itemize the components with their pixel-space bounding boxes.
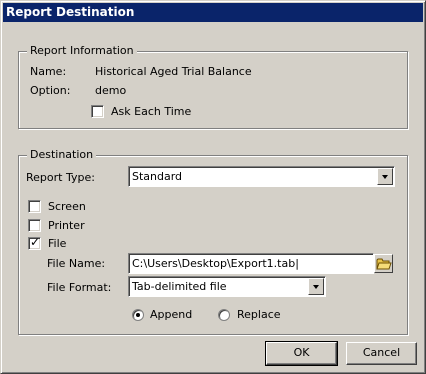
report-type-dropdown-button[interactable] [377, 168, 393, 185]
check-mark-icon: ✓ [30, 235, 41, 249]
cancel-button-label: Cancel [362, 346, 401, 359]
append-radio[interactable] [132, 309, 144, 321]
ok-button[interactable]: OK [265, 341, 338, 366]
file-name-value: C:\Users\Desktop\Export1.tab| [132, 257, 299, 270]
append-label[interactable]: Append [150, 308, 192, 322]
report-type-value: Standard [132, 170, 183, 183]
printer-checkbox[interactable] [28, 219, 41, 232]
name-value: Historical Aged Trial Balance [95, 65, 252, 78]
ask-each-time-label[interactable]: Ask Each Time [111, 105, 191, 119]
replace-radio[interactable] [218, 309, 230, 321]
file-checkbox[interactable]: ✓ [28, 235, 41, 250]
name-label: Name: [30, 65, 67, 78]
file-format-label: File Format: [47, 281, 112, 294]
report-destination-dialog: Report Destination Report Information Na… [0, 0, 426, 374]
ask-each-time-checkbox[interactable] [91, 105, 104, 118]
replace-label[interactable]: Replace [237, 308, 281, 322]
option-label: Option: [30, 84, 71, 97]
chevron-down-icon [382, 175, 388, 179]
browse-folder-button[interactable] [374, 254, 393, 273]
folder-icon [376, 258, 392, 270]
screen-label[interactable]: Screen [48, 200, 86, 214]
window-title: Report Destination [6, 5, 135, 19]
option-value: demo [95, 84, 127, 97]
radio-selected-dot [136, 313, 140, 317]
file-name-label: File Name: [47, 257, 106, 270]
report-type-select[interactable]: Standard [128, 166, 395, 187]
cancel-button[interactable]: Cancel [346, 342, 417, 365]
chevron-down-icon [313, 285, 319, 289]
destination-legend: Destination [27, 148, 97, 162]
title-bar: Report Destination [3, 3, 423, 22]
printer-label[interactable]: Printer [48, 219, 85, 233]
file-format-select[interactable]: Tab-delimited file [128, 276, 326, 297]
file-format-dropdown-button[interactable] [308, 278, 324, 295]
ok-button-label: OK [293, 346, 310, 359]
file-label[interactable]: File [48, 237, 66, 251]
screen-checkbox[interactable] [28, 200, 41, 213]
report-type-label: Report Type: [26, 171, 95, 184]
report-information-legend: Report Information [27, 44, 137, 58]
file-format-value: Tab-delimited file [132, 280, 227, 293]
file-name-input[interactable]: C:\Users\Desktop\Export1.tab| [128, 253, 374, 274]
report-information-group: Report Information [18, 44, 408, 129]
